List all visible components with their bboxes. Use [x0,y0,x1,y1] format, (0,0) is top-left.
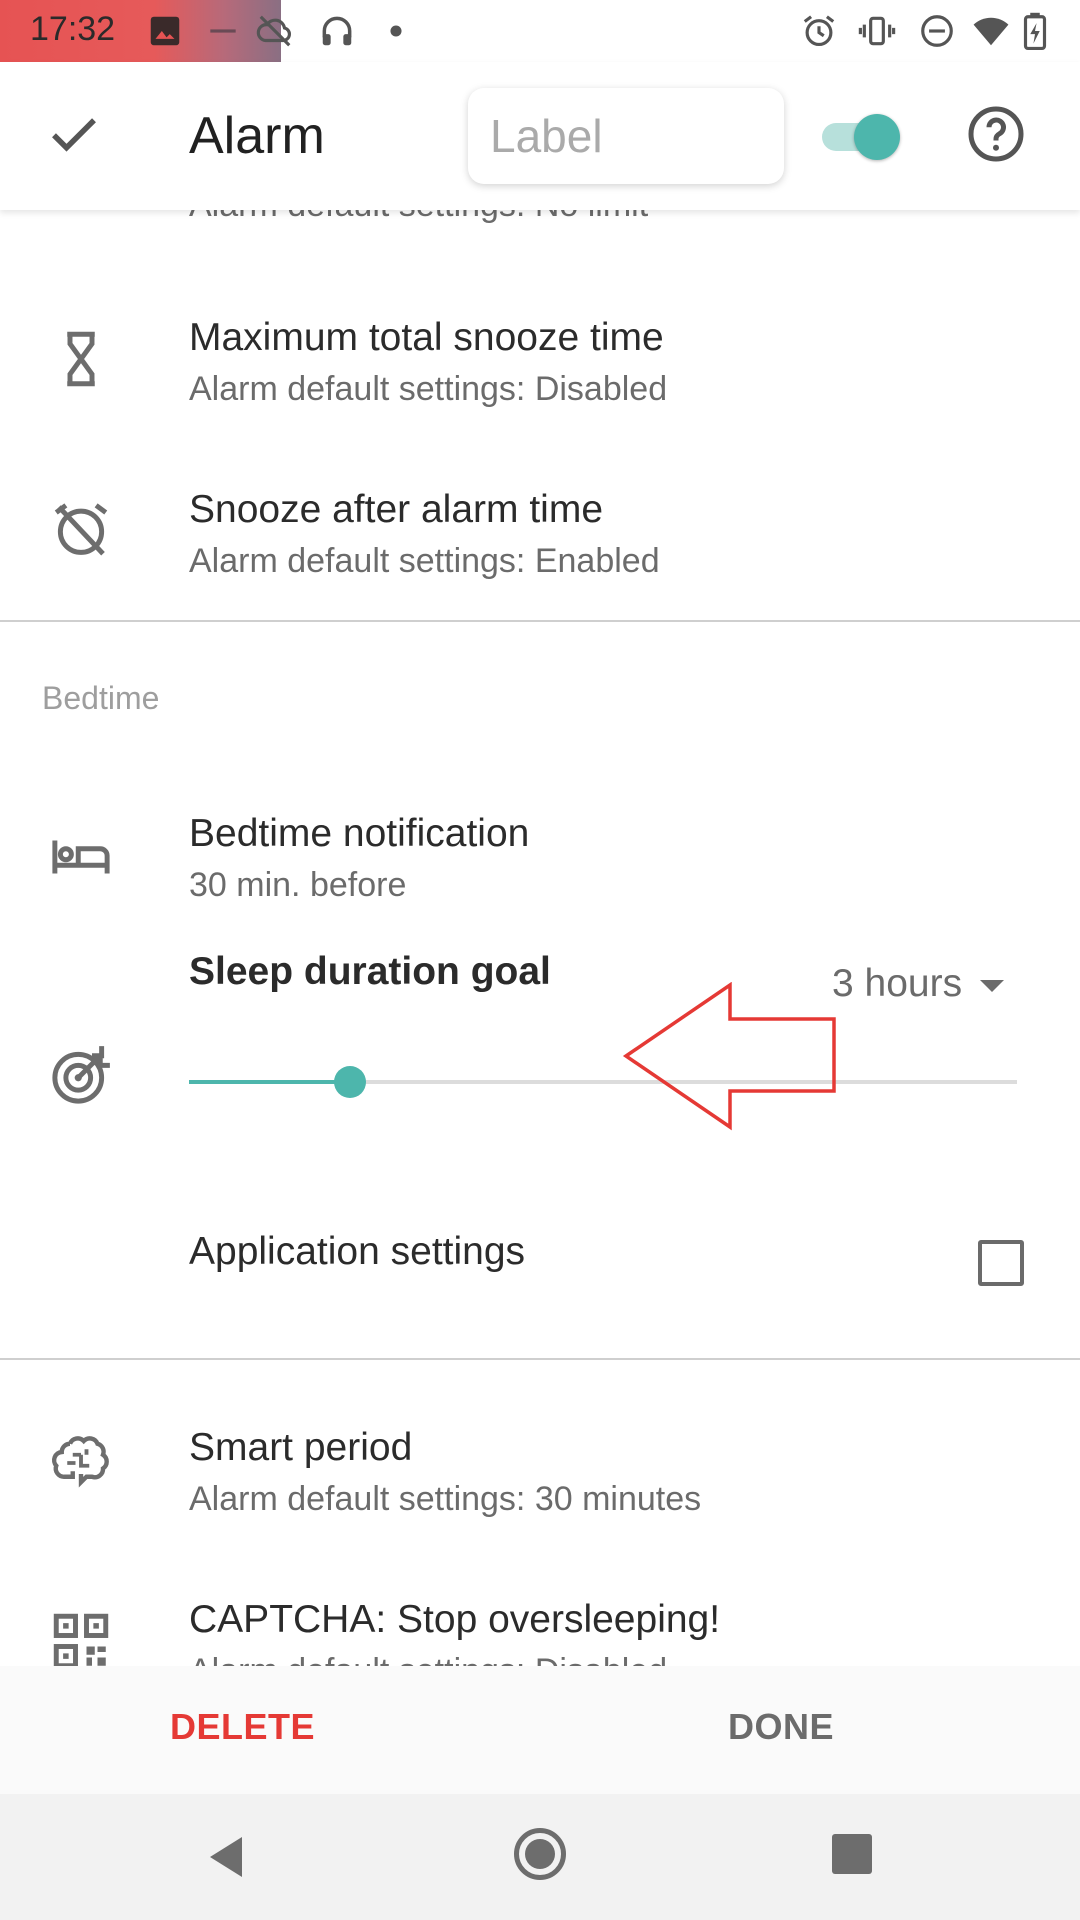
home-icon[interactable] [514,1828,566,1880]
alarm-enabled-toggle[interactable] [818,114,900,160]
qr-code-icon [48,1608,114,1666]
alarm-icon [800,12,838,50]
hourglass-icon [48,326,114,392]
delete-button[interactable]: DELETE [170,1706,315,1748]
sleep-duration-dropdown[interactable]: 3 hours [832,962,1005,1006]
max-snooze-time-row[interactable]: Maximum total snooze time Alarm default … [0,296,1080,436]
page-title: Alarm [189,107,325,165]
partial-row-subtitle: Alarm default settings: No limit [189,210,648,225]
battery-charging-icon [1020,12,1050,50]
snooze-after-alarm-title: Snooze after alarm time [189,488,604,531]
divider [0,1358,1080,1360]
cloud-off-icon [256,12,294,50]
sleep-duration-value: 3 hours [832,962,963,1005]
done-button[interactable]: DONE [728,1706,834,1748]
back-icon[interactable] [202,1832,250,1882]
bedtime-notification-row[interactable]: Bedtime notification 30 min. before [0,790,1080,930]
app-bar: Alarm [0,62,1080,210]
toggle-thumb [854,114,900,160]
divider [0,620,1080,622]
bed-icon [48,824,114,890]
slider-thumb[interactable] [334,1066,367,1098]
max-snooze-time-subtitle: Alarm default settings: Disabled [189,370,668,408]
target-icon [48,1042,114,1108]
bedtime-notification-subtitle: 30 min. before [189,866,407,904]
chevron-down-icon [980,979,1005,992]
smart-period-subtitle: Alarm default settings: 30 minutes [189,1480,702,1518]
headphones-icon [318,12,356,50]
do-not-disturb-icon [918,12,956,50]
smart-period-row[interactable]: Smart period Alarm default settings: 30 … [0,1406,1080,1546]
snooze-after-alarm-row[interactable]: Snooze after alarm time Alarm default se… [0,468,1080,608]
snooze-after-alarm-subtitle: Alarm default settings: Enabled [189,542,660,580]
sleep-duration-slider[interactable] [189,1062,1017,1102]
vibrate-icon [858,12,896,50]
check-icon[interactable] [44,104,104,164]
label-input[interactable] [468,88,784,184]
slider-fill [189,1080,351,1084]
status-time: 17:32 [30,10,116,48]
application-settings-checkbox[interactable] [978,1240,1024,1286]
max-snooze-time-title: Maximum total snooze time [189,316,664,359]
navigation-bar [0,1794,1080,1920]
sleep-duration-goal-title: Sleep duration goal [189,950,551,993]
bedtime-notification-title: Bedtime notification [189,812,530,855]
settings-list[interactable]: Alarm default settings: No limit Maximum… [0,210,1080,1666]
image-icon [146,12,184,50]
brain-icon [48,1430,114,1496]
captcha-row[interactable]: CAPTCHA: Stop oversleeping! Alarm defaul… [0,1578,1080,1666]
wifi-icon [972,12,1010,50]
smart-period-title: Smart period [189,1426,413,1469]
recent-apps-icon[interactable] [832,1834,872,1874]
dot-icon [377,12,415,50]
section-header-bedtime: Bedtime [42,680,160,716]
alarm-off-icon [48,496,114,562]
minus-icon [204,12,242,50]
status-bar: 17:32 [0,0,1080,62]
captcha-title: CAPTCHA: Stop oversleeping! [189,1598,721,1641]
application-settings-title: Application settings [189,1230,526,1273]
captcha-subtitle: Alarm default settings: Disabled [189,1652,667,1666]
help-icon[interactable] [966,104,1026,164]
bottom-actions: DELETE DONE [0,1666,1080,1794]
application-settings-row[interactable]: Application settings [0,1196,1080,1336]
